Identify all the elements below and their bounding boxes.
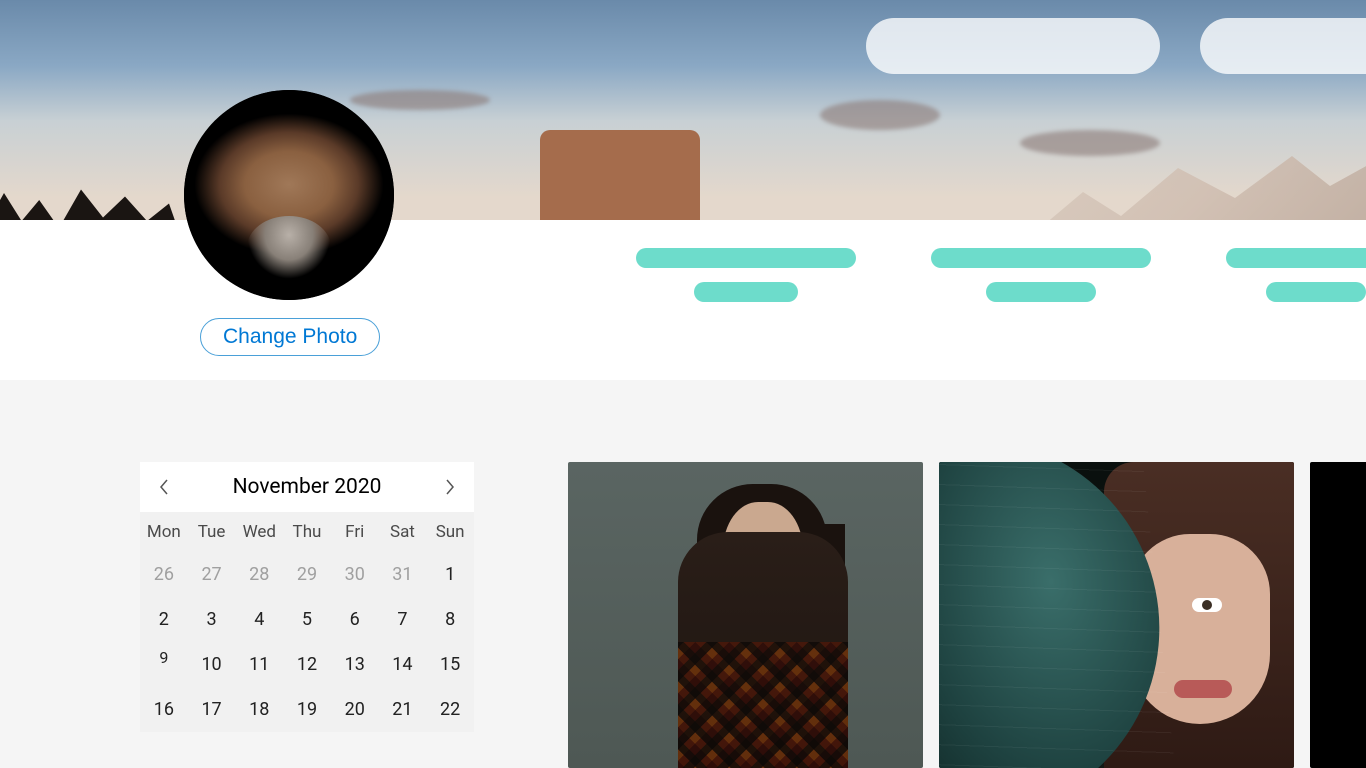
calendar-day[interactable]: 16 xyxy=(140,687,188,732)
calendar: November 2020 MonTueWedThuFriSatSun26272… xyxy=(140,462,474,732)
calendar-dow: Thu xyxy=(283,512,331,552)
calendar-day[interactable]: 12 xyxy=(283,642,331,687)
calendar-dow: Tue xyxy=(188,512,236,552)
calendar-day[interactable]: 30 xyxy=(331,552,379,597)
calendar-day[interactable]: 4 xyxy=(235,597,283,642)
calendar-dow: Mon xyxy=(140,512,188,552)
calendar-day[interactable]: 27 xyxy=(188,552,236,597)
calendar-day[interactable]: 18 xyxy=(235,687,283,732)
calendar-day[interactable]: 6 xyxy=(331,597,379,642)
calendar-day[interactable]: 7 xyxy=(379,597,427,642)
photo-card-3[interactable] xyxy=(1310,462,1366,768)
calendar-day[interactable]: 10 xyxy=(188,642,236,687)
calendar-day[interactable]: 17 xyxy=(188,687,236,732)
calendar-day[interactable]: 13 xyxy=(331,642,379,687)
chevron-right-icon xyxy=(445,479,455,495)
calendar-day[interactable]: 3 xyxy=(188,597,236,642)
avatar[interactable] xyxy=(184,90,394,300)
calendar-header: November 2020 xyxy=(140,462,474,512)
calendar-month-label: November 2020 xyxy=(233,475,382,499)
stat-placeholder-3 xyxy=(1226,248,1366,302)
calendar-day[interactable]: 14 xyxy=(379,642,427,687)
header-placeholder-pills xyxy=(866,18,1366,74)
calendar-dow: Sat xyxy=(379,512,427,552)
header-pill-1 xyxy=(866,18,1160,74)
stat-placeholder-1 xyxy=(636,248,856,302)
calendar-next-button[interactable] xyxy=(440,477,460,497)
calendar-day[interactable]: 21 xyxy=(379,687,427,732)
calendar-dow: Fri xyxy=(331,512,379,552)
stats-placeholder-row xyxy=(636,248,1366,302)
photo-row xyxy=(568,462,1366,768)
calendar-grid: MonTueWedThuFriSatSun2627282930311234567… xyxy=(140,512,474,732)
calendar-day[interactable]: 15 xyxy=(426,642,474,687)
calendar-dow: Wed xyxy=(235,512,283,552)
calendar-day[interactable]: 19 xyxy=(283,687,331,732)
stat-placeholder-2 xyxy=(931,248,1151,302)
calendar-day[interactable]: 9 xyxy=(140,642,188,687)
calendar-day[interactable]: 20 xyxy=(331,687,379,732)
calendar-day[interactable]: 31 xyxy=(379,552,427,597)
calendar-day[interactable]: 22 xyxy=(426,687,474,732)
photo-card-2[interactable] xyxy=(939,462,1294,768)
calendar-prev-button[interactable] xyxy=(154,477,174,497)
calendar-day[interactable]: 29 xyxy=(283,552,331,597)
calendar-day[interactable]: 28 xyxy=(235,552,283,597)
content-area: November 2020 MonTueWedThuFriSatSun26272… xyxy=(0,380,1366,768)
calendar-day[interactable]: 5 xyxy=(283,597,331,642)
profile-bar: Change Photo xyxy=(0,220,1366,380)
change-photo-button[interactable]: Change Photo xyxy=(200,318,380,356)
chevron-left-icon xyxy=(159,479,169,495)
hero-foreground-box xyxy=(540,130,700,220)
header-pill-2 xyxy=(1200,18,1366,74)
calendar-day[interactable]: 2 xyxy=(140,597,188,642)
calendar-dow: Sun xyxy=(426,512,474,552)
photo-card-1[interactable] xyxy=(568,462,923,768)
calendar-day[interactable]: 8 xyxy=(426,597,474,642)
calendar-day[interactable]: 11 xyxy=(235,642,283,687)
calendar-day[interactable]: 1 xyxy=(426,552,474,597)
calendar-day[interactable]: 26 xyxy=(140,552,188,597)
